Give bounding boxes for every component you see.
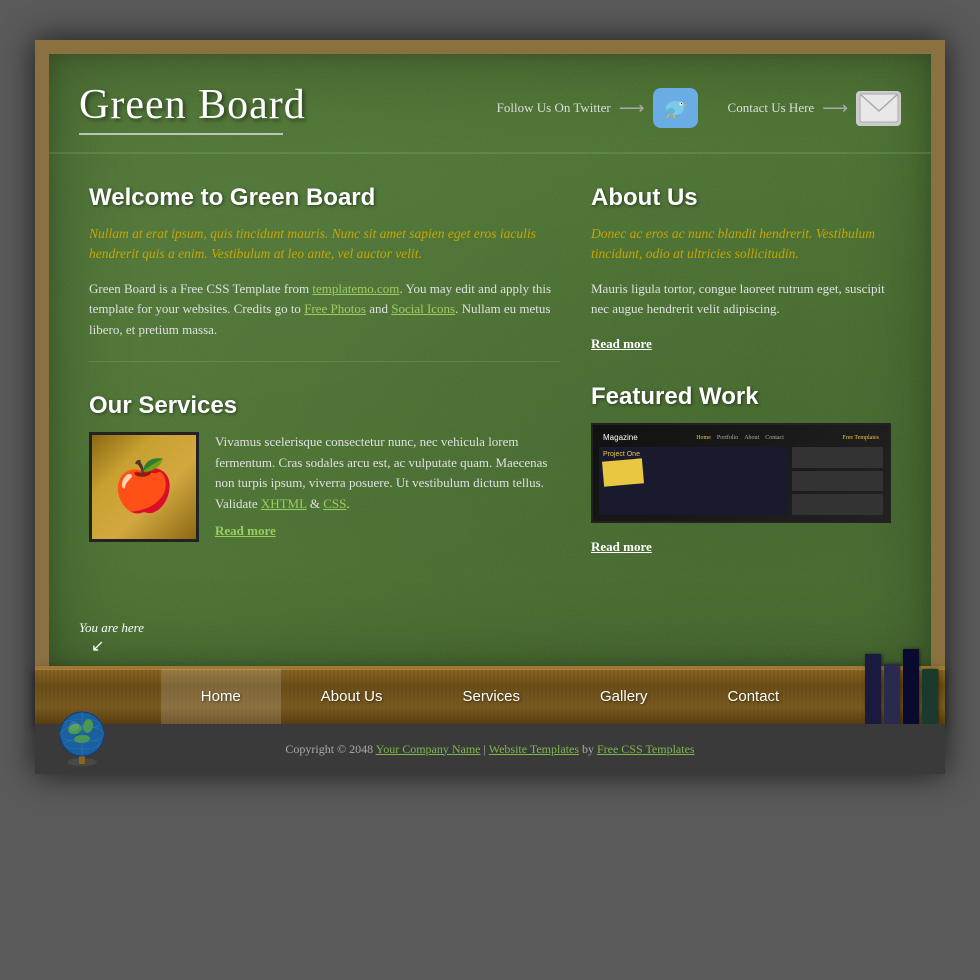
featured-readmore[interactable]: Read more: [591, 539, 652, 555]
logo: Green Board: [79, 81, 306, 135]
services-title: Our Services: [89, 392, 561, 420]
social-icons-link[interactable]: Social Icons: [391, 301, 455, 316]
sidebar: About Us Donec ac eros ac nunc blandit h…: [591, 184, 891, 586]
you-are-here-label: You are here ↙: [79, 620, 144, 656]
templatemo-link[interactable]: templatemo.com: [312, 281, 399, 296]
nav-services-label: Services: [462, 688, 520, 705]
footer-text: Copyright © 2048 Your Company Name | Web…: [285, 742, 694, 757]
book-3-icon: [903, 649, 919, 724]
featured-title: Featured Work: [591, 383, 891, 411]
nav-contact[interactable]: Contact: [688, 669, 820, 724]
service-description: Vivamus scelerisque consectetur nunc, ne…: [215, 432, 561, 542]
welcome-body: Green Board is a Free CSS Template from …: [89, 279, 561, 341]
featured-section: Featured Work Magazine Home Portfolio Ab…: [591, 383, 891, 556]
nav-gallery-label: Gallery: [600, 688, 648, 705]
service-image: [89, 432, 199, 542]
templates-link[interactable]: Website Templates: [489, 742, 579, 756]
chalkboard: Green Board Follow Us On Twitter ⟶: [35, 40, 945, 666]
book-1-icon: [865, 654, 881, 724]
copyright-text: Copyright © 2048: [285, 742, 375, 756]
footer-sep: |: [481, 742, 489, 756]
header-links: Follow Us On Twitter ⟶: [306, 88, 901, 128]
section-divider: [89, 361, 561, 362]
book-2-icon: [884, 664, 900, 724]
xhtml-link[interactable]: XHTML: [261, 496, 307, 511]
nav-services[interactable]: Services: [422, 669, 560, 724]
free-photos-link[interactable]: Free Photos: [304, 301, 366, 316]
about-body: Mauris ligula tortor, congue laoreet rut…: [591, 279, 891, 321]
contact-label: Contact Us Here: [728, 100, 815, 116]
contact-arrow-icon: ⟶: [822, 98, 848, 119]
mail-icon: [856, 91, 901, 126]
globe-icon: [50, 704, 115, 769]
service-item: Vivamus scelerisque consectetur nunc, ne…: [89, 432, 561, 542]
main-content: Welcome to Green Board Nullam at erat ip…: [89, 184, 561, 586]
company-link[interactable]: Your Company Name: [376, 742, 481, 756]
welcome-title: Welcome to Green Board: [89, 184, 561, 212]
footer-by: by: [579, 742, 597, 756]
service-text-2: &: [307, 496, 324, 511]
twitter-link[interactable]: Follow Us On Twitter ⟶: [497, 88, 698, 128]
about-italic: Donec ac eros ac nunc blandit hendrerit.…: [591, 224, 891, 265]
about-section: About Us Donec ac eros ac nunc blandit h…: [591, 184, 891, 353]
twitter-icon: [653, 88, 698, 128]
twitter-label: Follow Us On Twitter: [497, 100, 611, 116]
about-readmore[interactable]: Read more: [591, 336, 652, 352]
site-header: Green Board Follow Us On Twitter ⟶: [49, 54, 931, 154]
about-title: About Us: [591, 184, 891, 212]
contact-link[interactable]: Contact Us Here ⟶: [728, 91, 901, 126]
books-decoration: [865, 644, 945, 724]
nav-gallery[interactable]: Gallery: [560, 669, 688, 724]
service-body: Vivamus scelerisque consectetur nunc, ne…: [215, 432, 561, 515]
apple-icon: [92, 435, 196, 539]
twitter-arrow-icon: ⟶: [619, 98, 645, 119]
content-area: Welcome to Green Board Nullam at erat ip…: [49, 154, 931, 616]
site-title: Green Board: [79, 81, 306, 129]
welcome-text-1: Green Board is a Free CSS Template from: [89, 281, 312, 296]
page-wrapper: Green Board Follow Us On Twitter ⟶: [35, 40, 945, 774]
welcome-section: Welcome to Green Board Nullam at erat ip…: [89, 184, 561, 341]
footer: Copyright © 2048 Your Company Name | Web…: [35, 724, 945, 774]
you-are-here-text: You are here: [79, 620, 144, 635]
free-css-link[interactable]: Free CSS Templates: [597, 742, 695, 756]
nav-home-label: Home: [201, 688, 241, 705]
logo-underline: [79, 133, 283, 135]
navbar: Home About Us Services Gallery Contact: [35, 666, 945, 724]
book-4-icon: [922, 669, 938, 724]
services-section: Our Services Vivamus scelerisque consect…: [89, 392, 561, 542]
globe-decoration: [50, 704, 115, 769]
featured-image: Magazine Home Portfolio About Contact Fr…: [591, 423, 891, 523]
nav-home[interactable]: Home: [161, 669, 281, 724]
you-are-here-arrow-icon: ↙: [91, 636, 144, 656]
nav-about[interactable]: About Us: [281, 669, 423, 724]
welcome-italic: Nullam at erat ipsum, quis tincidunt mau…: [89, 224, 561, 265]
service-text-3: .: [346, 496, 349, 511]
nav-contact-label: Contact: [728, 688, 780, 705]
css-link[interactable]: CSS: [323, 496, 346, 511]
welcome-text-3: and: [366, 301, 391, 316]
nav-about-label: About Us: [321, 688, 383, 705]
services-readmore[interactable]: Read more: [215, 521, 276, 542]
